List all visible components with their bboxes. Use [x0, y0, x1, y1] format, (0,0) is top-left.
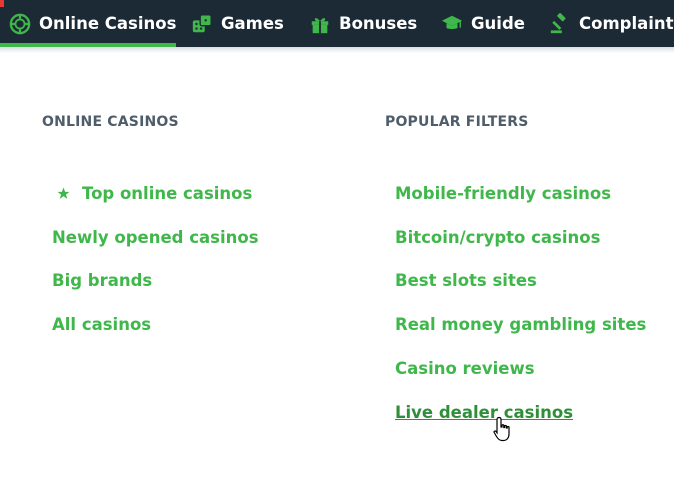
link-mobile-friendly-casinos[interactable]: Mobile-friendly casinos [395, 184, 611, 203]
nav-item-guide[interactable]: Guide [440, 0, 525, 47]
top-navigation-bar: Online Casinos Games Bonuses Guide Compl… [0, 0, 674, 47]
graduation-cap-icon [440, 12, 464, 36]
dice-icon [190, 12, 214, 36]
nav-item-label: Online Casinos [39, 14, 177, 33]
star-icon [57, 187, 70, 199]
nav-item-complaints[interactable]: Complaints [548, 0, 674, 47]
link-big-brands[interactable]: Big brands [52, 271, 152, 290]
casino-chip-icon [8, 12, 32, 36]
nav-item-online-casinos[interactable]: Online Casinos [8, 0, 176, 47]
nav-item-games[interactable]: Games [190, 0, 284, 47]
section-title-online-casinos: ONLINE CASINOS [42, 114, 179, 130]
nav-item-label: Complaints [579, 14, 674, 33]
section-title-popular-filters: POPULAR FILTERS [385, 114, 529, 130]
link-live-dealer-casinos[interactable]: Live dealer casinos [395, 403, 573, 422]
link-bitcoin-crypto-casinos[interactable]: Bitcoin/crypto casinos [395, 228, 600, 247]
navbar-shadow [0, 47, 674, 53]
gavel-icon [548, 12, 572, 36]
link-newly-opened-casinos[interactable]: Newly opened casinos [52, 228, 259, 247]
nav-item-bonuses[interactable]: Bonuses [308, 0, 417, 47]
link-real-money-gambling-sites[interactable]: Real money gambling sites [395, 315, 646, 334]
red-corner-marker [0, 0, 4, 7]
link-best-slots-sites[interactable]: Best slots sites [395, 271, 537, 290]
nav-item-label: Bonuses [339, 14, 418, 33]
link-casino-reviews[interactable]: Casino reviews [395, 359, 535, 378]
link-all-casinos[interactable]: All casinos [52, 315, 151, 334]
gift-icon [308, 12, 332, 36]
nav-item-label: Games [221, 14, 284, 33]
nav-item-label: Guide [471, 14, 525, 33]
link-top-online-casinos[interactable]: Top online casinos [82, 184, 252, 203]
hand-pointer-cursor-icon [493, 416, 510, 442]
